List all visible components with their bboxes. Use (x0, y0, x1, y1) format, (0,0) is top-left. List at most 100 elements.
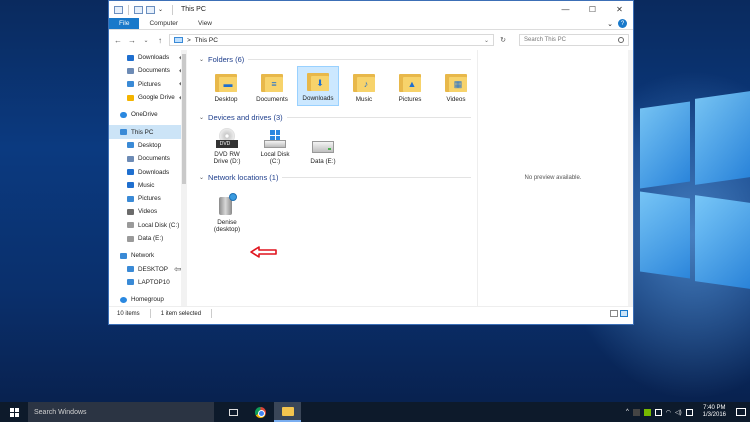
back-button[interactable]: ← (113, 36, 123, 45)
nav-item-this-pc[interactable]: This PC (109, 125, 187, 139)
local-disk-icon (127, 222, 134, 229)
file-explorer-taskbar-button[interactable] (274, 402, 301, 422)
folder-videos[interactable]: ▦ Videos (435, 66, 477, 106)
help-icon[interactable]: ? (618, 19, 627, 28)
folder-pictures[interactable]: ▲ Pictures (389, 66, 431, 106)
drive-local-disk-c[interactable]: Local Disk (C:) (253, 124, 297, 168)
documents-folder-icon: ≡ (261, 74, 283, 92)
google-drive-icon (127, 94, 134, 101)
breadcrumb-this-pc[interactable]: This PC (195, 37, 218, 44)
group-header-network-locations[interactable]: ⌄ Network locations (1) (199, 170, 477, 184)
show-hidden-icons-icon[interactable]: ^ (626, 409, 629, 415)
pictures-icon (127, 81, 134, 88)
maximize-button[interactable]: ☐ (579, 1, 606, 18)
volume-icon[interactable]: ◁) (675, 409, 682, 416)
new-folder-icon[interactable] (146, 5, 155, 14)
folder-desktop[interactable]: ▬ Desktop (205, 66, 247, 106)
chrome-icon (255, 406, 266, 418)
tab-file[interactable]: File (109, 18, 140, 29)
group-header-label: Devices and drives (3) (208, 112, 283, 122)
search-icon (618, 37, 624, 43)
tab-view[interactable]: View (188, 18, 222, 29)
nav-item-onedrive[interactable]: OneDrive (109, 108, 187, 121)
breadcrumb-separator: > (187, 36, 191, 44)
nav-item-label: OneDrive (131, 111, 158, 119)
nav-item-homegroup[interactable]: Homegroup (109, 293, 187, 306)
drive-label: Data (E:) (310, 158, 336, 165)
file-explorer-window: ⌄ This PC — ☐ ✕ File Computer View ⌄ ? ←… (108, 0, 634, 325)
item-count: 10 items (117, 310, 140, 317)
nav-item-google-drive[interactable]: Google Drive ◆ (109, 91, 187, 104)
battery-icon[interactable] (654, 408, 662, 416)
forward-button[interactable]: → (127, 36, 137, 45)
collapse-chevron-icon[interactable]: ⌄ (199, 114, 204, 121)
clock[interactable]: 7:40 PM 1/3/2016 (703, 405, 726, 419)
folder-downloads[interactable]: ⬇ Downloads (297, 66, 339, 106)
clock-time: 7:40 PM (703, 405, 726, 411)
drive-label: Drive (D:) (213, 158, 241, 165)
system-tray: ^ ◠ ◁) 7:40 PM 1/3/2016 (626, 405, 750, 419)
nvidia-icon[interactable] (643, 408, 651, 416)
nav-item-documents[interactable]: Documents (109, 152, 187, 165)
folder-documents[interactable]: ≡ Documents (251, 66, 293, 106)
nav-item-desktop[interactable]: Desktop (109, 139, 187, 152)
tab-computer[interactable]: Computer (139, 18, 188, 29)
taskbar-search-input[interactable]: Search Windows (28, 402, 214, 422)
tray-app-icon[interactable] (632, 408, 640, 416)
nav-item-local-disk-c[interactable]: Local Disk (C:) (109, 219, 187, 232)
nav-item-label: Data (E:) (138, 235, 164, 242)
drives-grid: DVD DVD RW Drive (D:) Local Disk (C:) Da… (199, 124, 477, 168)
nav-item-laptop10[interactable]: LAPTOP10 (109, 276, 187, 289)
properties-icon[interactable] (134, 5, 143, 14)
separator (128, 4, 129, 15)
this-pc-icon (174, 37, 183, 43)
refresh-button[interactable]: ↻ (498, 36, 508, 44)
address-dropdown-icon[interactable]: ⌄ (484, 37, 489, 44)
drive-dvd-rw-d[interactable]: DVD DVD RW Drive (D:) (205, 124, 249, 168)
drive-data-e[interactable]: Data (E:) (301, 124, 345, 168)
nav-item-network[interactable]: Network (109, 249, 187, 262)
navigation-pane: Downloads ◆ Documents ◆ Pictures ◆ Googl… (109, 50, 187, 306)
folder-music[interactable]: ♪ Music (343, 66, 385, 106)
large-icons-view-icon[interactable] (620, 310, 628, 317)
nav-item-documents[interactable]: Documents ◆ (109, 64, 187, 77)
action-center-icon[interactable] (736, 408, 746, 416)
nav-item-downloads[interactable]: Downloads ◆ (109, 51, 187, 64)
customize-toolbar-icon[interactable]: ⌄ (158, 6, 167, 14)
minimize-button[interactable]: — (552, 1, 579, 18)
address-field[interactable]: > This PC ⌄ (169, 34, 494, 46)
group-header-label: Folders (6) (208, 54, 245, 64)
up-button[interactable]: ↑ (155, 36, 165, 45)
search-input[interactable]: Search This PC (519, 34, 629, 46)
expand-ribbon-icon[interactable]: ⌄ (607, 20, 613, 28)
nav-item-pictures[interactable]: Pictures (109, 192, 187, 205)
folder-label: Documents (256, 96, 288, 103)
nav-item-label: Pictures (138, 80, 161, 88)
details-view-icon[interactable] (610, 310, 618, 317)
recent-locations-button[interactable]: ⌄ (141, 37, 151, 44)
task-view-button[interactable] (220, 402, 247, 422)
download-icon (127, 54, 134, 61)
nav-item-music[interactable]: Music (109, 179, 187, 192)
ribbon: File Computer View ⌄ ? (109, 18, 633, 30)
chrome-taskbar-button[interactable] (247, 402, 274, 422)
nav-item-downloads[interactable]: Downloads (109, 165, 187, 178)
group-header-folders[interactable]: ⌄ Folders (6) (199, 52, 477, 66)
address-bar-row: ← → ⌄ ↑ > This PC ⌄ ↻ Search This PC (109, 30, 633, 50)
nav-item-videos[interactable]: Videos (109, 205, 187, 218)
collapse-chevron-icon[interactable]: ⌄ (199, 56, 204, 63)
nav-item-pictures[interactable]: Pictures ◆ (109, 78, 187, 91)
start-button[interactable] (0, 402, 28, 422)
close-button[interactable]: ✕ (606, 1, 633, 18)
network-location-denise[interactable]: Denise (desktop) (205, 184, 249, 236)
content-scrollbar[interactable] (628, 50, 633, 306)
nav-item-data-e[interactable]: Data (E:) (109, 232, 187, 245)
chat-icon[interactable] (685, 408, 693, 416)
nav-item-desktop-computer[interactable]: DESKTOP ⇦ (109, 262, 187, 275)
wifi-icon[interactable]: ◠ (666, 409, 671, 416)
collapse-chevron-icon[interactable]: ⌄ (199, 174, 204, 181)
folder-label: Downloads (302, 95, 334, 102)
computer-icon (127, 279, 134, 286)
this-pc-icon (120, 129, 127, 136)
group-header-devices[interactable]: ⌄ Devices and drives (3) (199, 110, 477, 124)
